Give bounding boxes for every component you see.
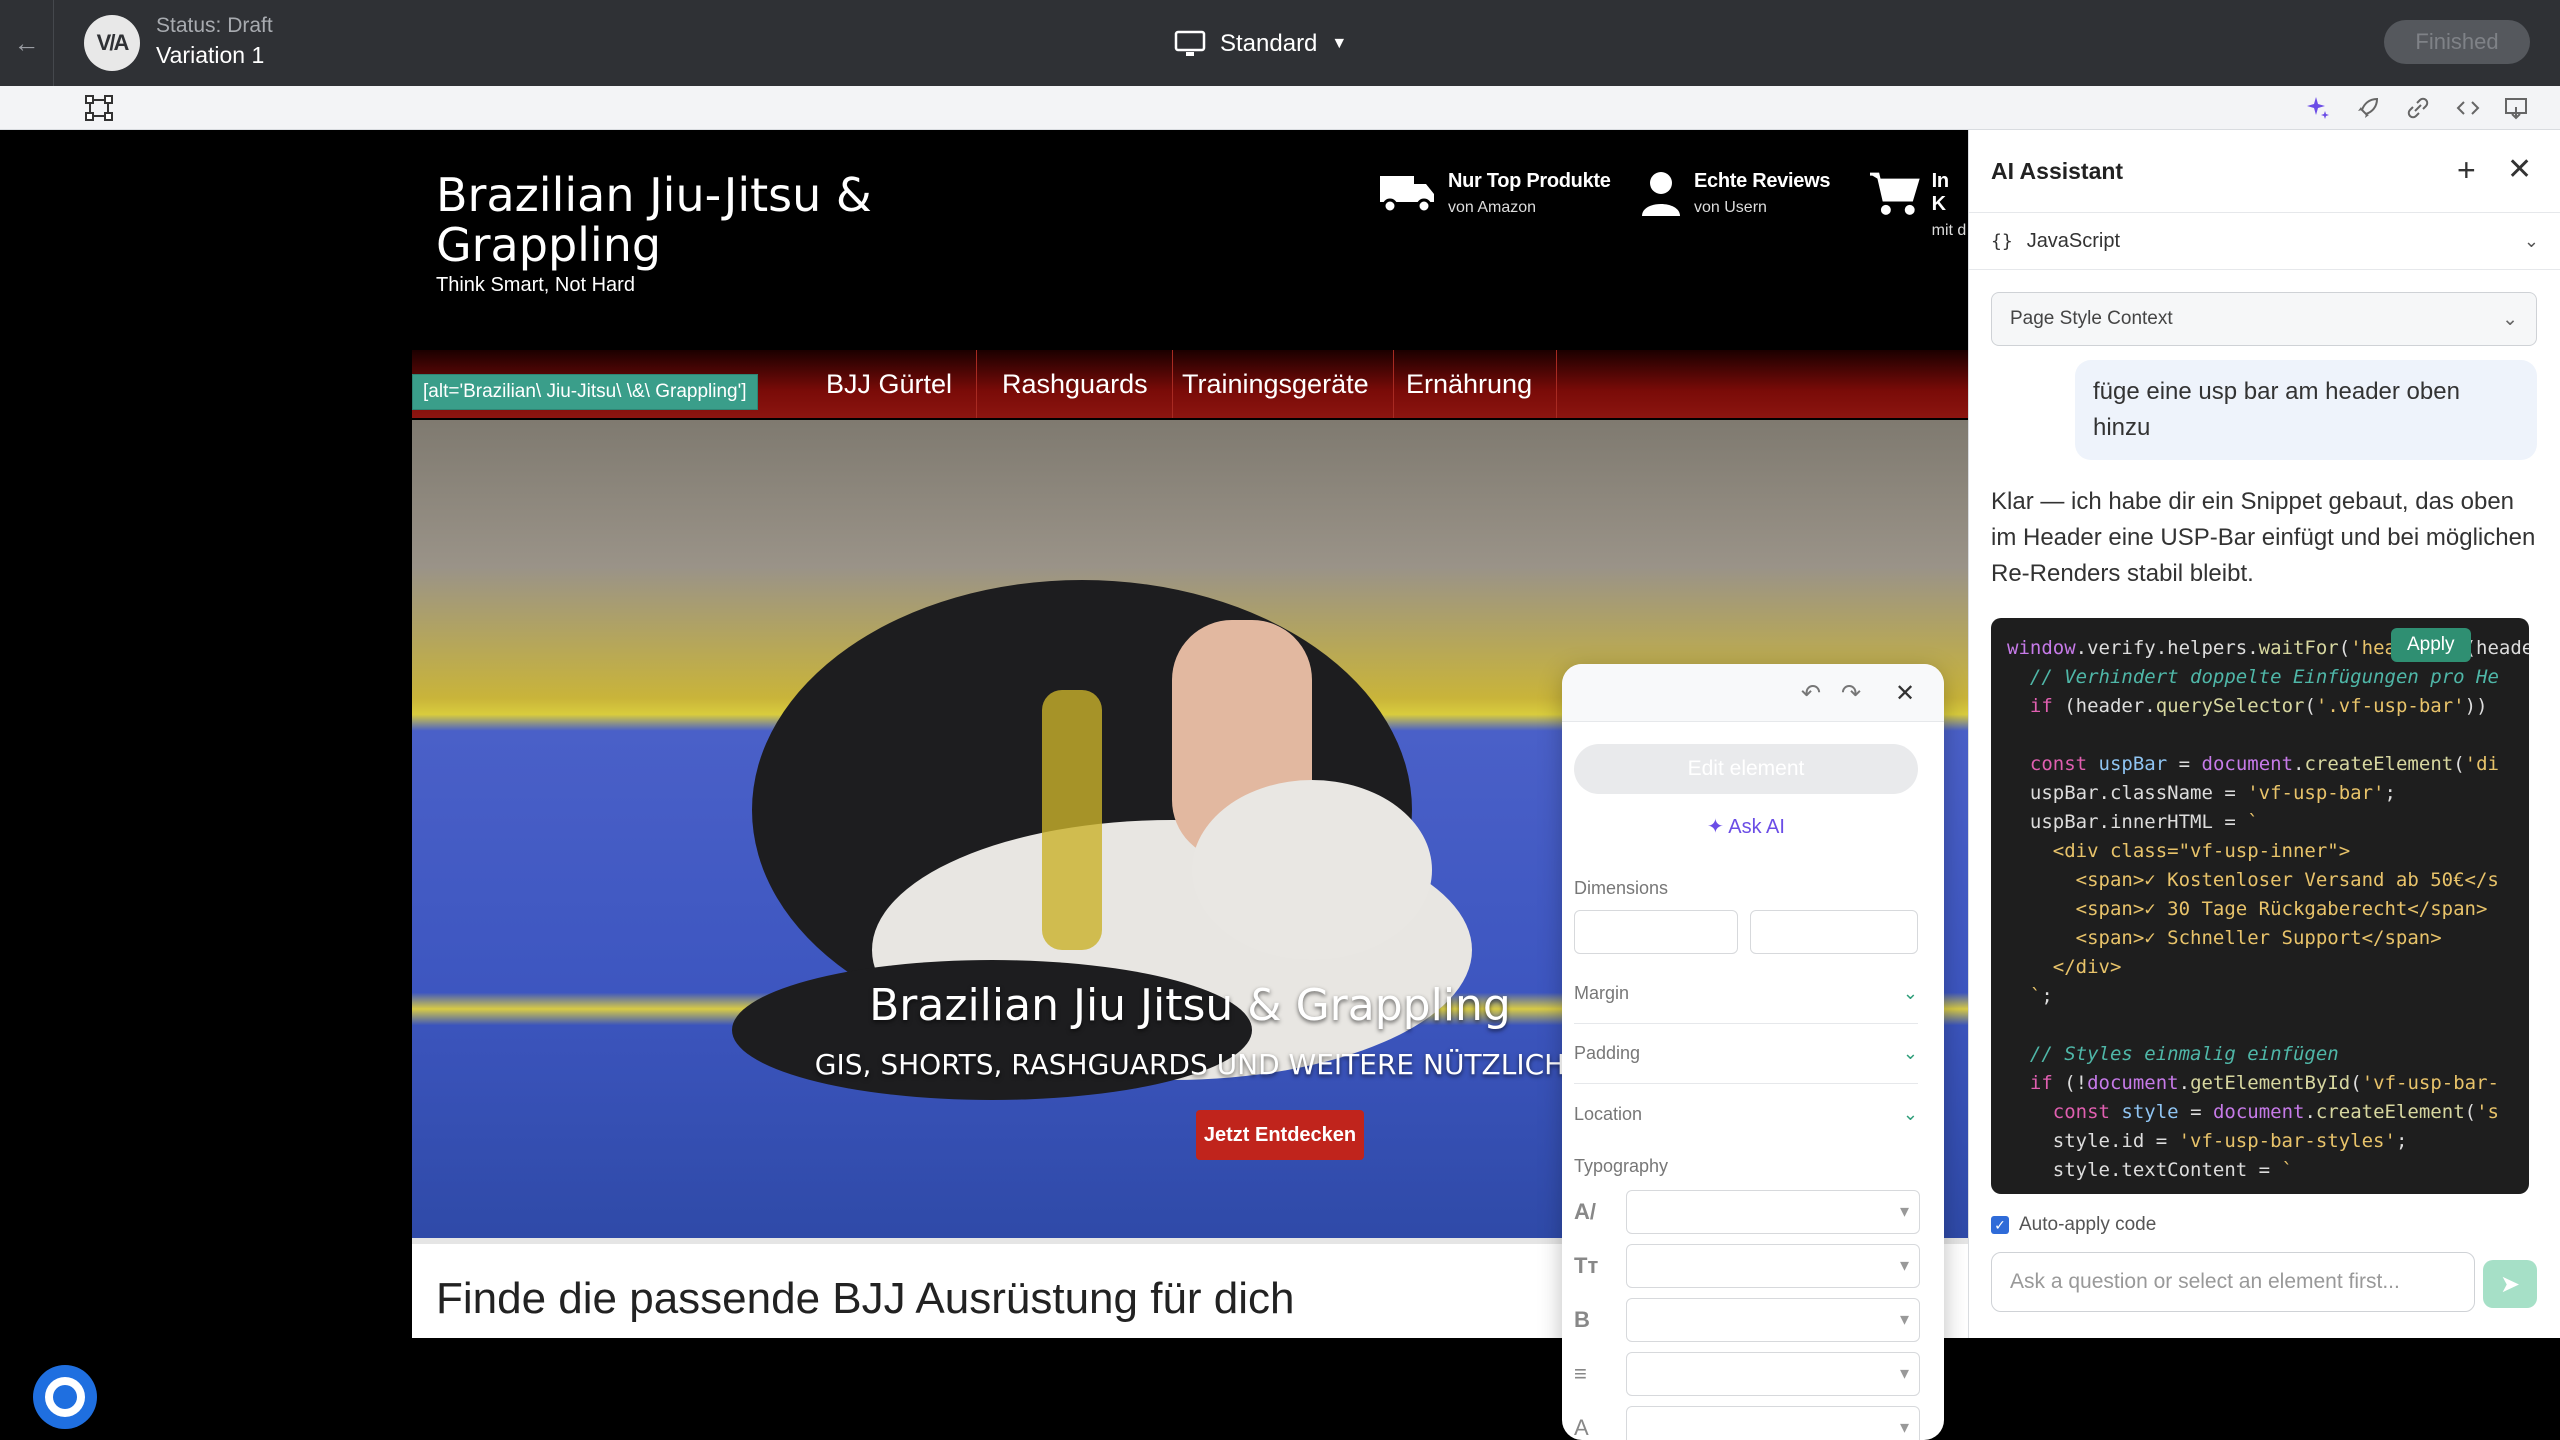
usp-subtitle: von Usern [1694, 199, 1767, 216]
preview-icon[interactable] [2500, 92, 2532, 124]
location-section[interactable]: Location ⌄ [1574, 1084, 1918, 1144]
back-arrow-icon[interactable]: ← [0, 0, 54, 86]
monitor-icon [1174, 30, 1206, 56]
sparkle-icon: ✦ [1707, 816, 1729, 838]
height-input[interactable] [1750, 910, 1918, 954]
help-widget-icon[interactable] [30, 1362, 100, 1432]
padding-section[interactable]: Padding ⌄ [1574, 1024, 1918, 1084]
editor-canvas: Brazilian Jiu-Jitsu & Grappling Think Sm… [0, 130, 1968, 1440]
hero-image [732, 580, 1472, 1100]
font-size-select[interactable] [1626, 1244, 1920, 1288]
redo-icon[interactable]: ↷ [1836, 678, 1866, 708]
braces-icon: {} [1991, 230, 2013, 252]
text-color-icon: A [1574, 1415, 1589, 1440]
device-selector[interactable]: Standard ▼ [1174, 26, 1347, 62]
checkmark-icon: ✓ [1991, 1216, 2009, 1234]
text-color-select[interactable] [1626, 1406, 1920, 1440]
rocket-icon[interactable] [2352, 92, 2384, 124]
auto-apply-label: Auto-apply code [2019, 1214, 2157, 1235]
dimensions-label: Dimensions [1574, 878, 1669, 898]
bold-icon: B [1574, 1307, 1590, 1332]
margin-section[interactable]: Margin ⌄ [1574, 964, 1918, 1024]
element-selector-tag: [alt='Brazilian\ Jiu-Jitsu\ \&\ Grapplin… [412, 374, 758, 410]
typography-label: Typography [1574, 1156, 1669, 1176]
chevron-down-icon: ⌄ [2502, 308, 2518, 330]
font-family-select[interactable] [1626, 1190, 1920, 1234]
user-icon [1642, 172, 1680, 216]
chevron-down-icon: ⌄ [1902, 1103, 1918, 1124]
font-size-icon: Tт [1574, 1253, 1599, 1278]
selection-frame-icon[interactable] [84, 94, 114, 122]
panel-title: AI Assistant [1991, 158, 2124, 184]
app-logo: V/A [84, 15, 140, 71]
ask-ai-button[interactable]: ✦ Ask AI [1562, 814, 1930, 839]
user-message: füge eine usp bar am header oben hinzu [2075, 360, 2537, 460]
chevron-down-icon: ⌄ [1902, 1043, 1918, 1063]
ask-ai-label: Ask AI [1728, 816, 1785, 838]
finished-button[interactable]: Finished [2384, 20, 2530, 64]
usp-item[interactable]: Echte Reviews von Usern [1640, 170, 1830, 218]
usp-item[interactable]: Nur Top Produkte von Amazon [1378, 170, 1611, 217]
language-selector[interactable]: {} JavaScript ⌄ [1969, 212, 2560, 270]
usp-item[interactable]: In K mit d [1868, 170, 1968, 240]
padding-label: Padding [1574, 1043, 1641, 1063]
align-icon: ≡ [1574, 1361, 1587, 1386]
assistant-message: Klar — ich habe dir ein Snippet gebaut, … [1991, 488, 2536, 587]
usp-subtitle: mit d [1931, 222, 1967, 239]
device-label: Standard [1220, 30, 1318, 57]
usp-title: In K [1931, 170, 1949, 215]
edit-element-button[interactable]: Edit element [1574, 744, 1918, 794]
undo-icon[interactable]: ↶ [1796, 678, 1826, 708]
code-snippet[interactable]: window.verify.helpers.waitFor('header', … [1991, 618, 2529, 1194]
nav-item-rashguards[interactable]: Rashguards [978, 350, 1173, 418]
font-weight-select[interactable] [1626, 1298, 1920, 1342]
language-label: JavaScript [2026, 229, 2121, 252]
variation-name[interactable]: Variation 1 [156, 42, 264, 69]
apply-button[interactable]: Apply [2391, 628, 2471, 662]
edit-element-panel: ↶ ↷ ✕ Edit element ✦ Ask AI Dimensions M… [1562, 664, 1944, 1440]
new-chat-icon[interactable]: + [2457, 152, 2476, 189]
cart-icon [1869, 172, 1920, 215]
context-label: Page Style Context [2010, 308, 2173, 329]
margin-label: Margin [1574, 983, 1630, 1003]
code-icon[interactable] [2452, 92, 2484, 124]
ai-chat-input[interactable]: Ask a question or select an element firs… [1991, 1252, 2475, 1312]
content-heading[interactable]: Finde die passende BJJ Ausrüstung für di… [436, 1274, 1295, 1324]
chevron-down-icon: ⌄ [1902, 983, 1918, 1003]
width-input[interactable] [1574, 910, 1738, 954]
font-family-icon: A/ [1574, 1199, 1596, 1224]
send-icon[interactable]: ➤ [2483, 1260, 2537, 1308]
chevron-down-icon: ▼ [1331, 35, 1348, 52]
link-settings-icon[interactable] [2402, 92, 2434, 124]
usp-subtitle: von Amazon [1448, 199, 1537, 216]
nav-item-ernaehrung[interactable]: Ernährung [1382, 350, 1558, 418]
nav-item-trainingsgeraete[interactable]: Trainingsgeräte [1158, 350, 1394, 418]
top-bar: ← V/A Status: Draft Variation 1 Standard… [0, 0, 2560, 86]
hero-cta-button[interactable]: Jetzt Entdecken [1196, 1110, 1364, 1160]
font-family-row: A/ [1574, 1190, 1920, 1234]
nav-item-bjj-guertel[interactable]: BJJ Gürtel [802, 350, 978, 418]
text-align-row: ≡ [1574, 1352, 1920, 1396]
close-icon[interactable]: ✕ [1890, 678, 1920, 708]
location-label: Location [1574, 1103, 1643, 1124]
chevron-down-icon: ⌄ [2523, 230, 2539, 251]
font-weight-row: B [1574, 1298, 1920, 1342]
ai-sparkle-icon[interactable] [2302, 92, 2334, 124]
site-title[interactable]: Brazilian Jiu-Jitsu & Grappling [436, 170, 916, 270]
truck-icon [1380, 176, 1434, 214]
text-align-select[interactable] [1626, 1352, 1920, 1396]
panel-header: ↶ ↷ ✕ [1562, 664, 1944, 722]
status-label: Status: Draft [156, 14, 273, 37]
text-color-row: A [1574, 1406, 1920, 1440]
context-select[interactable]: Page Style Context ⌄ [1991, 292, 2537, 346]
editor-toolbar [0, 86, 2560, 130]
auto-apply-checkbox[interactable]: ✓ Auto-apply code [1991, 1214, 2156, 1236]
site-tagline[interactable]: Think Smart, Not Hard [436, 274, 635, 297]
usp-title: Echte Reviews [1694, 170, 1831, 192]
close-icon[interactable]: ✕ [2507, 152, 2532, 187]
code-text: window.verify.helpers.waitFor('header', … [2007, 637, 2529, 1181]
usp-title: Nur Top Produkte [1448, 170, 1611, 192]
ai-assistant-panel: AI Assistant + ✕ {} JavaScript ⌄ Page St… [1968, 130, 2560, 1338]
font-size-row: Tт [1574, 1244, 1920, 1288]
